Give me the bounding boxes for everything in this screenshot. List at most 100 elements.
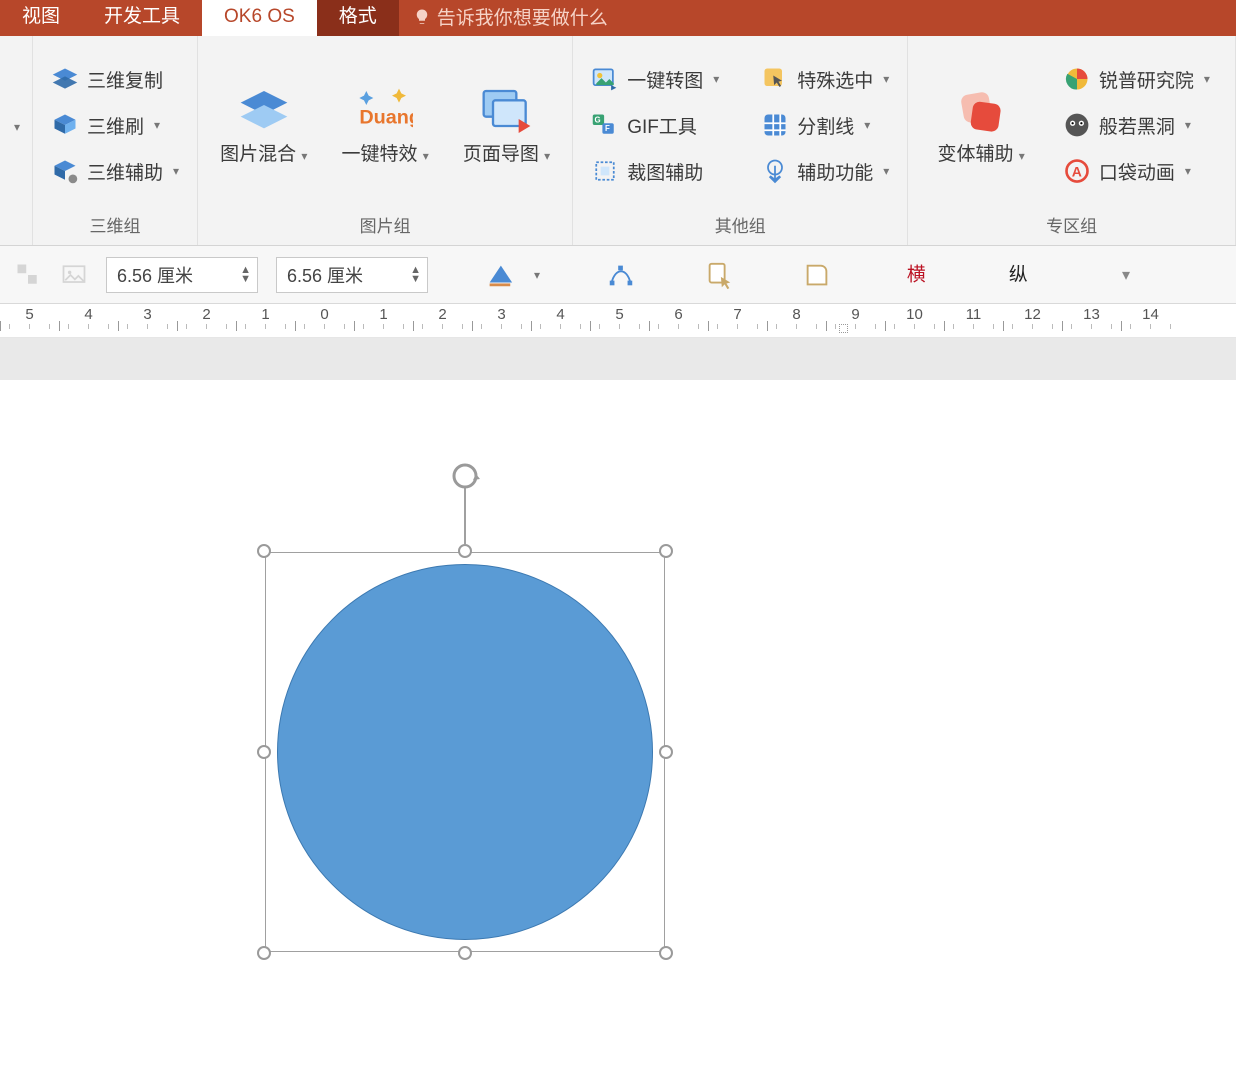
cube-brush-icon: [51, 111, 79, 139]
picture-placeholder-icon[interactable]: [60, 261, 88, 289]
btn-crop-assist[interactable]: 裁图辅助: [585, 153, 725, 189]
ruler-tick: 8: [767, 304, 826, 337]
ruler-tick: 9: [826, 304, 885, 337]
ruler-tick: 2: [177, 304, 236, 337]
tab-ok6-os[interactable]: OK6 OS: [202, 0, 317, 36]
ribbon-group-3d: 三维复制 三维刷▾ 三维辅助▾ 三维组: [33, 36, 198, 245]
tab-format[interactable]: 格式: [317, 0, 399, 36]
horizontal-ruler: 5432101234567891011121314: [0, 304, 1236, 338]
grid-icon: [761, 111, 789, 139]
resize-handle-bl[interactable]: [257, 946, 271, 960]
resize-handle-r[interactable]: [659, 745, 673, 759]
tell-me-label: 告诉我你想要做什么: [437, 3, 608, 30]
group-label-zone: 专区组: [1046, 208, 1097, 241]
ruler-tick: 12: [1003, 304, 1062, 337]
picture-convert-icon: [591, 65, 619, 93]
spinner-arrows-icon[interactable]: ▲▼: [240, 266, 251, 284]
touch-icon: [761, 157, 789, 185]
btn-pic-mix[interactable]: 图片混合 ▾: [210, 80, 317, 171]
ruler-tick: 5: [0, 304, 59, 337]
crop-icon: [591, 157, 619, 185]
cube-gear-icon: [51, 157, 79, 185]
ruler-tick: 7: [708, 304, 767, 337]
btn-3d-brush[interactable]: 三维刷▾: [45, 107, 185, 143]
btn-gif-tool[interactable]: GF GIF工具: [585, 107, 725, 143]
fill-triangle-icon[interactable]: [484, 260, 514, 290]
ruler-tick: 6: [649, 304, 708, 337]
ruler-tick: 4: [531, 304, 590, 337]
ruler-tick: 5: [590, 304, 649, 337]
ruler-tick: 0: [295, 304, 354, 337]
ribbon-expand-icon[interactable]: ▾: [14, 120, 20, 134]
slides-arrow-icon: [479, 84, 535, 140]
edit-points-icon[interactable]: [606, 260, 636, 290]
btn-one-click-fx[interactable]: Duang 一键特效 ▾: [331, 80, 438, 171]
lightbulb-icon: [413, 8, 431, 26]
btn-divider[interactable]: 分割线▾: [755, 107, 895, 143]
resize-handle-tr[interactable]: [659, 544, 673, 558]
group-label-other: 其他组: [715, 208, 766, 241]
toolbar-overflow-icon[interactable]: ▾: [1122, 265, 1130, 285]
resize-handle-l[interactable]: [257, 745, 271, 759]
cursor-select-icon: [761, 65, 789, 93]
editor-stage: [0, 338, 1236, 1090]
resize-handle-b[interactable]: [458, 946, 472, 960]
btn-3d-assist[interactable]: 三维辅助▾: [45, 153, 185, 189]
ruler-tick: 10: [885, 304, 944, 337]
horizontal-text-icon[interactable]: 横: [904, 260, 934, 290]
rounded-corner-icon[interactable]: [802, 260, 832, 290]
btn-banre-blackhole[interactable]: 般若黑洞▾: [1057, 107, 1216, 143]
btn-special-select[interactable]: 特殊选中▾: [755, 61, 895, 97]
ribbon-group-zone: 变体辅助 ▾ 锐普研究院▾ 般若黑洞▾ A 口袋动画▾ 专区组: [908, 36, 1236, 245]
align-shapes-icon[interactable]: [14, 261, 42, 289]
svg-text:F: F: [605, 124, 610, 133]
group-label-pic: 图片组: [360, 208, 411, 241]
ruler-cursor-marker: [842, 304, 843, 337]
ruler-tick: 2: [413, 304, 472, 337]
menu-tabbar: 视图 开发工具 OK6 OS 格式 告诉我你想要做什么: [0, 0, 1236, 36]
ribbon-group-picture: 图片混合 ▾ Duang 一键特效 ▾ 页面导图 ▾ 图片组: [198, 36, 573, 245]
rotation-connector: [464, 488, 466, 544]
stack-icon: [51, 65, 79, 93]
quick-size-bar: 6.56 厘米 ▲▼ 6.56 厘米 ▲▼ ▾ 横 纵 ▾: [0, 246, 1236, 304]
ruler-tick: 4: [59, 304, 118, 337]
btn-ruipu-institute[interactable]: 锐普研究院▾: [1057, 61, 1216, 97]
shape-width-input[interactable]: 6.56 厘米 ▲▼: [276, 257, 428, 293]
btn-page-nav[interactable]: 页面导图 ▾: [453, 80, 560, 171]
duang-sparkle-icon: Duang: [357, 84, 413, 140]
resize-handle-tl[interactable]: [257, 544, 271, 558]
face-circle-icon: [1063, 111, 1091, 139]
btn-3d-copy[interactable]: 三维复制: [45, 61, 185, 97]
ruler-tick: 1: [354, 304, 413, 337]
tell-me-search[interactable]: 告诉我你想要做什么: [399, 0, 622, 36]
shape-height-input[interactable]: 6.56 厘米 ▲▼: [106, 257, 258, 293]
resize-handle-t[interactable]: [458, 544, 472, 558]
btn-aux-func[interactable]: 辅助功能▾: [755, 153, 895, 189]
ruler-tick: 14: [1121, 304, 1180, 337]
spinner-arrows-icon[interactable]: ▲▼: [410, 266, 421, 284]
slide-canvas[interactable]: [0, 380, 1236, 1090]
ruler-tick: 3: [472, 304, 531, 337]
svg-text:横: 横: [907, 263, 926, 284]
rotate-handle-icon[interactable]: [449, 460, 481, 492]
gif-icon: GF: [591, 111, 619, 139]
svg-text:Duang: Duang: [359, 106, 413, 128]
letter-a-circle-icon: A: [1063, 157, 1091, 185]
tab-dev-tools[interactable]: 开发工具: [82, 0, 202, 36]
layers-icon: [236, 84, 292, 140]
vertical-text-icon[interactable]: 纵: [1006, 260, 1036, 290]
morph-icon: [953, 84, 1009, 140]
ribbon: ▾ 三维复制 三维刷▾ 三维辅助▾ 三维组: [0, 36, 1236, 246]
btn-morph-assist[interactable]: 变体辅助 ▾: [927, 80, 1034, 171]
btn-to-image[interactable]: 一键转图▾: [585, 61, 725, 97]
ruler-tick: 11: [944, 304, 1003, 337]
ribbon-group-other: 一键转图▾ GF GIF工具 裁图辅助 特殊选中▾ 分割线▾: [573, 36, 908, 245]
btn-pocket-anim[interactable]: A 口袋动画▾: [1057, 153, 1216, 189]
group-label-3d: 三维组: [90, 208, 141, 241]
resize-handle-br[interactable]: [659, 946, 673, 960]
tab-view[interactable]: 视图: [0, 0, 82, 36]
svg-text:A: A: [1072, 163, 1082, 179]
ruler-tick: 1: [236, 304, 295, 337]
paste-shape-icon[interactable]: [704, 260, 734, 290]
selection-frame[interactable]: [265, 552, 665, 952]
